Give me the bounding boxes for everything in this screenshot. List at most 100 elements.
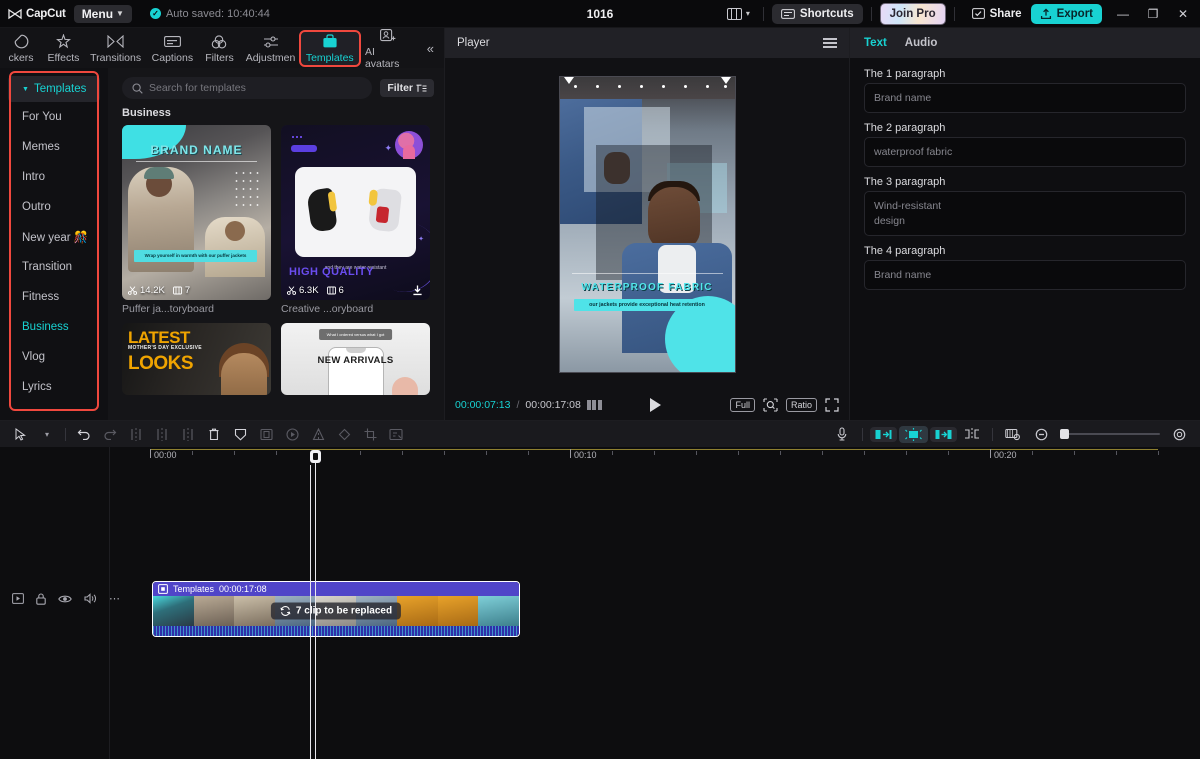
crop-frame-icon[interactable] <box>253 423 279 445</box>
title-bar-right: ▾ Shortcuts Join Pro <box>722 1 1200 27</box>
speed-icon[interactable] <box>279 423 305 445</box>
shortcuts-button[interactable]: Shortcuts <box>772 4 863 24</box>
mask-icon[interactable] <box>383 423 409 445</box>
nav-item-stickers[interactable]: ckers <box>0 32 42 65</box>
template-thumbnail[interactable]: ✦ ✦ ✦ and they are water resistant HIGH … <box>281 125 430 300</box>
sidebar-item-business[interactable]: Business <box>0 312 108 342</box>
replace-clips-badge[interactable]: 7 clip to be replaced <box>271 603 401 620</box>
undo-icon[interactable] <box>71 423 97 445</box>
share-button[interactable]: Share <box>963 4 1031 24</box>
ruler-label: 00:10 <box>570 450 597 460</box>
video-preview[interactable]: WATERPROOF FABRIC our jackets provide ex… <box>560 77 735 372</box>
template-card[interactable]: What I ordered versus what I got NEW ARR… <box>281 323 430 395</box>
close-button[interactable]: ✕ <box>1168 1 1198 27</box>
nav-item-captions[interactable]: Captions <box>146 32 198 65</box>
tool-dropdown-icon[interactable]: ▾ <box>34 423 60 445</box>
auto-cut-right-icon[interactable] <box>930 427 957 442</box>
split-icon[interactable] <box>123 423 149 445</box>
template-thumbnail[interactable]: LATEST MOTHER'S DAY EXCLUSIVE LOOKS <box>122 323 271 395</box>
split-marker-icon[interactable] <box>959 423 985 445</box>
avatar <box>395 131 423 159</box>
filter-button[interactable]: Filter <box>380 79 434 97</box>
zoom-slider-knob[interactable] <box>1060 429 1069 439</box>
template-card[interactable]: LATEST MOTHER'S DAY EXCLUSIVE LOOKS <box>122 323 271 395</box>
microphone-icon[interactable] <box>829 423 855 445</box>
playhead-handle[interactable] <box>310 450 321 463</box>
trim-left-icon[interactable] <box>149 423 175 445</box>
zoom-in-icon[interactable] <box>1166 423 1192 445</box>
paragraph-input-3[interactable]: Wind-resistant design <box>864 191 1186 235</box>
ruler-ticks[interactable]: 00:00 00:10 00:20 <box>110 447 1200 465</box>
redo-icon[interactable] <box>97 423 123 445</box>
template-card[interactable]: ✦ ✦ ✦ and they are water resistant HIGH … <box>281 125 430 315</box>
play-button[interactable] <box>650 398 661 412</box>
sidebar-item-lyrics[interactable]: Lyrics <box>0 372 108 402</box>
frame-preview-icon[interactable] <box>1000 423 1026 445</box>
nav-item-adjustment[interactable]: Adjustmen <box>240 32 300 65</box>
eye-icon[interactable] <box>58 594 72 604</box>
tab-text[interactable]: Text <box>864 37 887 49</box>
timeline-ruler[interactable]: 00:00 00:10 00:20 <box>0 447 1200 465</box>
sidebar-item-for-you[interactable]: For You <box>0 102 108 132</box>
zoom-out-icon[interactable] <box>1028 423 1054 445</box>
auto-cut-left-icon[interactable] <box>870 427 897 442</box>
template-thumbnail[interactable]: What I ordered versus what I got NEW ARR… <box>281 323 430 395</box>
auto-cut-center-icon[interactable] <box>899 426 928 443</box>
lock-icon[interactable] <box>36 593 46 605</box>
nav-item-filters[interactable]: Filters <box>198 32 240 65</box>
export-button[interactable]: Export <box>1031 4 1102 24</box>
join-pro-button[interactable]: Join Pro <box>880 3 946 25</box>
fullscreen-icon[interactable] <box>825 398 839 412</box>
keyframe-icon[interactable] <box>331 423 357 445</box>
full-quality-button[interactable]: Full <box>730 398 755 412</box>
mirror-icon[interactable] <box>227 423 253 445</box>
tab-audio[interactable]: Audio <box>905 37 938 49</box>
download-icon[interactable] <box>411 284 424 297</box>
divider <box>954 7 955 21</box>
maximize-button[interactable]: ❐ <box>1138 1 1168 27</box>
sidebar-item-fitness[interactable]: Fitness <box>0 282 108 312</box>
ruler-label: 00:00 <box>150 450 177 460</box>
template-card[interactable]: BRAND NAME Wrap yourself in warmth with … <box>122 125 271 315</box>
minimize-button[interactable]: — <box>1108 1 1138 27</box>
trim-right-icon[interactable] <box>175 423 201 445</box>
paragraph-input-2[interactable]: waterproof fabric <box>864 137 1186 167</box>
track-thumbnail-toggle-icon[interactable] <box>12 593 24 604</box>
paragraph-input-1[interactable]: Brand name <box>864 83 1186 113</box>
nav-item-transitions[interactable]: Transitions <box>85 32 146 65</box>
paragraph-input-4[interactable]: Brand name <box>864 260 1186 290</box>
magnifier-icon[interactable] <box>763 398 778 412</box>
volume-icon[interactable] <box>84 593 97 604</box>
delete-icon[interactable] <box>201 423 227 445</box>
zoom-slider[interactable] <box>1060 433 1160 435</box>
thumbnail-headline: NEW ARRIVALS <box>281 355 430 366</box>
collapse-panel-button[interactable]: « <box>417 41 444 56</box>
frames-view-icon[interactable] <box>587 400 602 410</box>
nav-item-templates[interactable]: Templates <box>301 32 359 65</box>
sidebar-item-vlog[interactable]: Vlog <box>0 342 108 372</box>
playhead[interactable] <box>310 465 311 759</box>
crop-icon[interactable] <box>357 423 383 445</box>
nav-item-effects[interactable]: Effects <box>42 32 85 65</box>
sidebar-item-memes[interactable]: Memes <box>0 132 108 162</box>
category-label: Business <box>22 321 69 333</box>
sidebar-item-outro[interactable]: Outro <box>0 192 108 222</box>
sidebar-item-transition[interactable]: Transition <box>0 252 108 282</box>
player-menu-icon[interactable] <box>823 38 837 48</box>
sidebar-item-new-year[interactable]: New year 🎊 <box>0 222 108 252</box>
nav-item-ai-avatars[interactable]: AI avatars <box>359 26 417 71</box>
category-header-templates[interactable]: ▼ Templates <box>8 76 100 102</box>
flip-icon[interactable] <box>305 423 331 445</box>
template-stats: 6.3K 6 <box>281 280 430 300</box>
template-thumbnail[interactable]: BRAND NAME Wrap yourself in warmth with … <box>122 125 271 300</box>
ratio-button[interactable]: Ratio <box>786 398 817 412</box>
layout-switch-button[interactable]: ▾ <box>722 6 755 22</box>
player-stage: WATERPROOF FABRIC our jackets provide ex… <box>445 58 849 390</box>
select-tool-icon[interactable] <box>8 423 34 445</box>
search-box[interactable] <box>122 77 372 99</box>
menu-button[interactable]: Menu ▼ <box>74 5 132 23</box>
search-input[interactable] <box>149 82 362 94</box>
sidebar-item-intro[interactable]: Intro <box>0 162 108 192</box>
timeline-clip[interactable]: Templates 00:00:17:08 7 clip to be repla… <box>152 581 520 637</box>
paragraph-field-2: The 2 paragraph waterproof fabric <box>864 122 1186 172</box>
